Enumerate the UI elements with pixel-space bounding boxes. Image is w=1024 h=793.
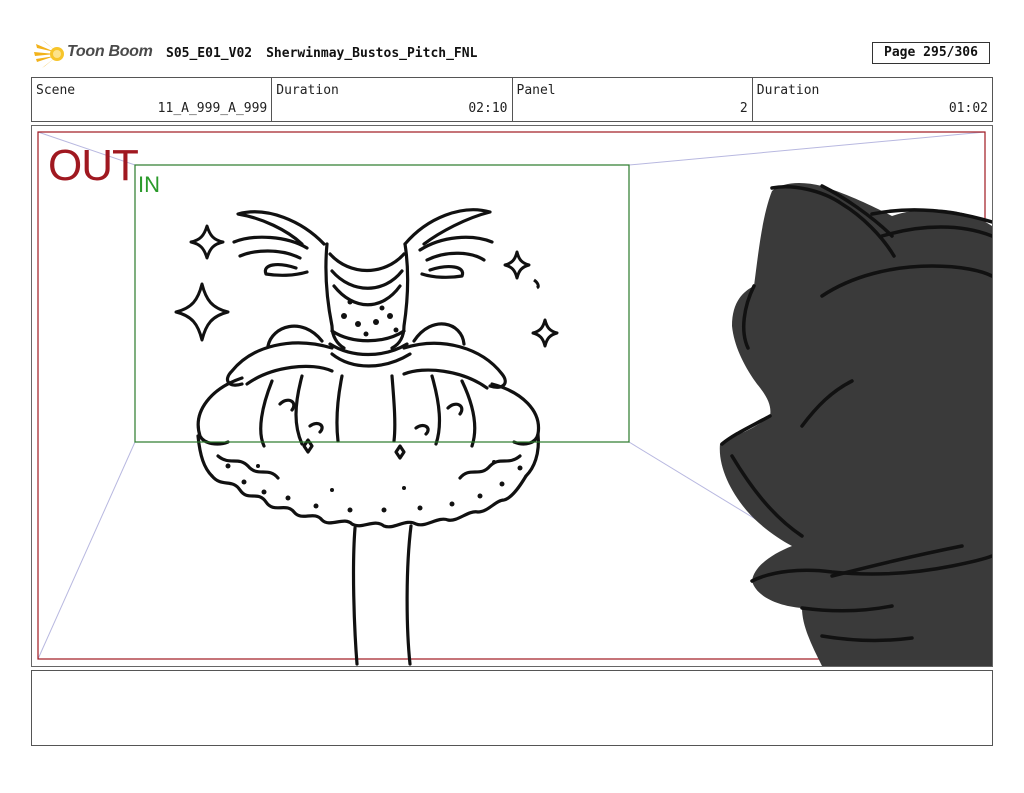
panel-duration-label: Duration: [756, 83, 820, 98]
panel-info-row: Scene 11_A_999_A_999 Duration 02:10 Pane…: [31, 77, 993, 122]
toon-boom-logo: Toon Boom: [33, 38, 158, 70]
storyboard-panel: OUT IN: [31, 125, 993, 667]
sparkle-icon: [174, 224, 559, 348]
in-label: IN: [138, 172, 160, 197]
character-silhouette: [719, 183, 992, 666]
notes-box: [31, 670, 993, 746]
logo-text: Toon Boom: [67, 43, 153, 60]
tutu-drawing: [196, 208, 541, 666]
page-counter: Page 295/306: [872, 42, 990, 64]
panel-cell: Panel 2: [513, 78, 753, 121]
episode-id: S05_E01_V02: [166, 46, 253, 61]
scene-value: 11_A_999_A_999: [157, 101, 268, 116]
project-title: S05_E01_V02 Sherwinmay_Bustos_Pitch_FNL: [166, 46, 491, 61]
scene-label: Scene: [36, 83, 76, 98]
panel-drawing: [37, 131, 992, 666]
scene-duration-cell: Duration 02:10: [272, 78, 513, 121]
panel-duration-cell: Duration 01:02: [753, 78, 992, 121]
scene-cell: Scene 11_A_999_A_999: [32, 78, 273, 121]
panel-value: 2: [739, 101, 748, 116]
scene-duration-value: 02:10: [468, 101, 508, 116]
panel-duration-value: 01:02: [948, 101, 988, 116]
out-label: OUT: [48, 141, 139, 190]
toon-boom-logo-icon: [34, 40, 64, 68]
scene-duration-label: Duration: [276, 83, 339, 98]
file-name: Sherwinmay_Bustos_Pitch_FNL: [266, 46, 478, 61]
panel-label: Panel: [516, 83, 556, 98]
